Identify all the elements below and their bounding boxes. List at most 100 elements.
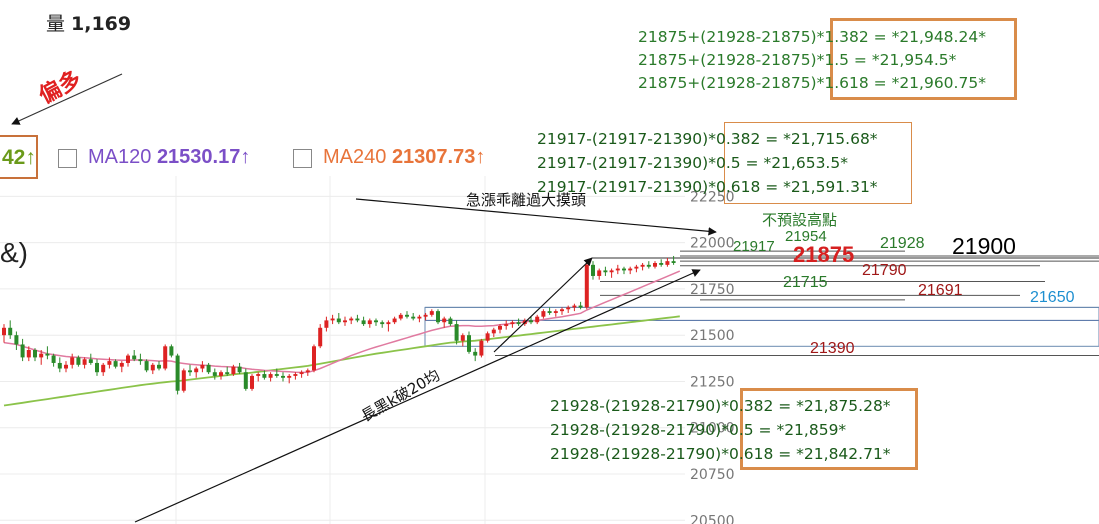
- candle-body: [609, 270, 614, 273]
- fib-retrace-low-line: 21928-(21928-21790)*0.5 = *21,859*: [550, 421, 847, 439]
- candle-body: [665, 261, 670, 265]
- candle-body: [57, 362, 62, 369]
- candle-body: [157, 364, 161, 369]
- ma20-line: [3, 270, 681, 374]
- y-axis: 2050020750210002125021500217502200022250: [690, 189, 735, 524]
- candle-body: [541, 311, 546, 317]
- candle-body: [14, 335, 19, 345]
- candle-body: [138, 359, 143, 362]
- candle-body: [126, 355, 130, 363]
- candle-body: [243, 372, 248, 389]
- level-label: 21715: [783, 274, 828, 291]
- candle-body: [70, 357, 75, 365]
- ma120-value: 21530.17: [156, 146, 241, 168]
- level-label: 21928: [880, 235, 925, 252]
- candle-body: [101, 364, 106, 373]
- candle-body: [560, 309, 564, 312]
- candle-body: [411, 316, 416, 319]
- candle-body: [324, 320, 329, 328]
- candle-body: [640, 264, 645, 267]
- volume-value: 1,169: [71, 13, 132, 35]
- candle-body: [535, 316, 540, 323]
- candle-body: [287, 375, 292, 378]
- ma240-arrow: ↑: [475, 146, 486, 168]
- level-label: 21900: [952, 233, 1016, 259]
- candle-body: [200, 364, 205, 369]
- ma240-legend: MA240 21307.73↑: [323, 146, 485, 169]
- candle-body: [671, 261, 676, 263]
- candle-body: [39, 353, 44, 358]
- candle-body: [305, 370, 310, 373]
- candle-body: [175, 355, 180, 391]
- fib-retrace-high-line: 21917-(21917-21390)*0.382 = *21,715.68*: [537, 130, 878, 148]
- fib-retrace-low-line: 21928-(21928-21790)*0.382 = *21,875.28*: [550, 397, 891, 415]
- candle-body: [367, 320, 372, 325]
- candle-body: [448, 318, 453, 325]
- candle-body: [132, 355, 137, 360]
- fib-retrace-high-line: 21917-(21917-21390)*0.5 = *21,653.5*: [537, 154, 848, 172]
- level-label: 21875: [793, 242, 854, 267]
- candle-body: [250, 375, 254, 389]
- candle-body: [485, 333, 490, 341]
- candle-body: [45, 353, 50, 356]
- ma60-line: [3, 315, 680, 407]
- candle-body: [398, 314, 403, 319]
- candle-body: [473, 351, 478, 356]
- no-preset-high-note: 不預設高點: [762, 211, 837, 229]
- candle-body: [591, 264, 595, 276]
- ma120-checkbox[interactable]: [58, 149, 77, 168]
- level-label: 21390: [810, 340, 855, 357]
- candle-body: [442, 318, 447, 323]
- level-labels: 2195421917 21875 21928 219002179021715 21691…: [733, 228, 1075, 357]
- candle-body: [312, 346, 316, 371]
- ma240-checkbox[interactable]: [293, 149, 312, 168]
- level-label: 21691: [918, 282, 963, 299]
- y-tick-label: 20500: [690, 513, 735, 524]
- candle-body: [349, 318, 354, 321]
- fib-extension-line: 21875+(21928-21875)*1.5 = *21,954.5*: [638, 51, 957, 69]
- candle-body: [653, 263, 657, 267]
- candle-body: [529, 320, 533, 323]
- y-tick-label: 21250: [690, 374, 735, 390]
- candle-body: [454, 324, 459, 341]
- candle-body: [634, 266, 639, 269]
- level-label: 21650: [1030, 289, 1075, 306]
- candle-body: [281, 375, 285, 378]
- candle-body: [219, 372, 223, 376]
- candle-body: [491, 329, 496, 334]
- ma120-label: MA120: [88, 146, 152, 168]
- volume-readout: 量 1,169: [46, 9, 131, 36]
- candle-body: [150, 364, 155, 371]
- candle-body: [498, 325, 502, 330]
- fib-extension-line: 21875+(21928-21875)*1.618 = *21,960.75*: [638, 74, 986, 92]
- candlesticks: [2, 255, 676, 395]
- candle-body: [504, 324, 509, 326]
- candle-body: [82, 359, 87, 365]
- paren-text: &): [0, 237, 28, 268]
- candle-body: [26, 350, 31, 358]
- candle-body: [460, 335, 465, 341]
- candle-body: [274, 374, 279, 376]
- candle-body: [144, 361, 149, 371]
- moving-average-lines: [3, 270, 681, 407]
- candle-body: [374, 320, 378, 323]
- candle-body: [336, 318, 341, 323]
- range-box: [424, 306, 1099, 347]
- candle-body: [20, 344, 25, 358]
- candle-body: [343, 320, 347, 323]
- candle-body: [51, 355, 56, 363]
- candle-body: [194, 368, 199, 373]
- candle-body: [206, 364, 211, 373]
- candle-body: [88, 359, 93, 363]
- y-tick-label: 21750: [690, 282, 735, 298]
- candle-body: [262, 374, 267, 378]
- y-tick-label: 22000: [690, 236, 735, 252]
- ma240-label: MA240: [323, 146, 387, 168]
- volume-label: 量: [46, 13, 66, 35]
- candle-body: [516, 322, 521, 325]
- candle-body: [467, 335, 471, 352]
- price-level-lines: [424, 250, 1099, 357]
- candle-body: [2, 327, 6, 336]
- candle-body: [113, 361, 118, 367]
- candle-body: [8, 327, 13, 336]
